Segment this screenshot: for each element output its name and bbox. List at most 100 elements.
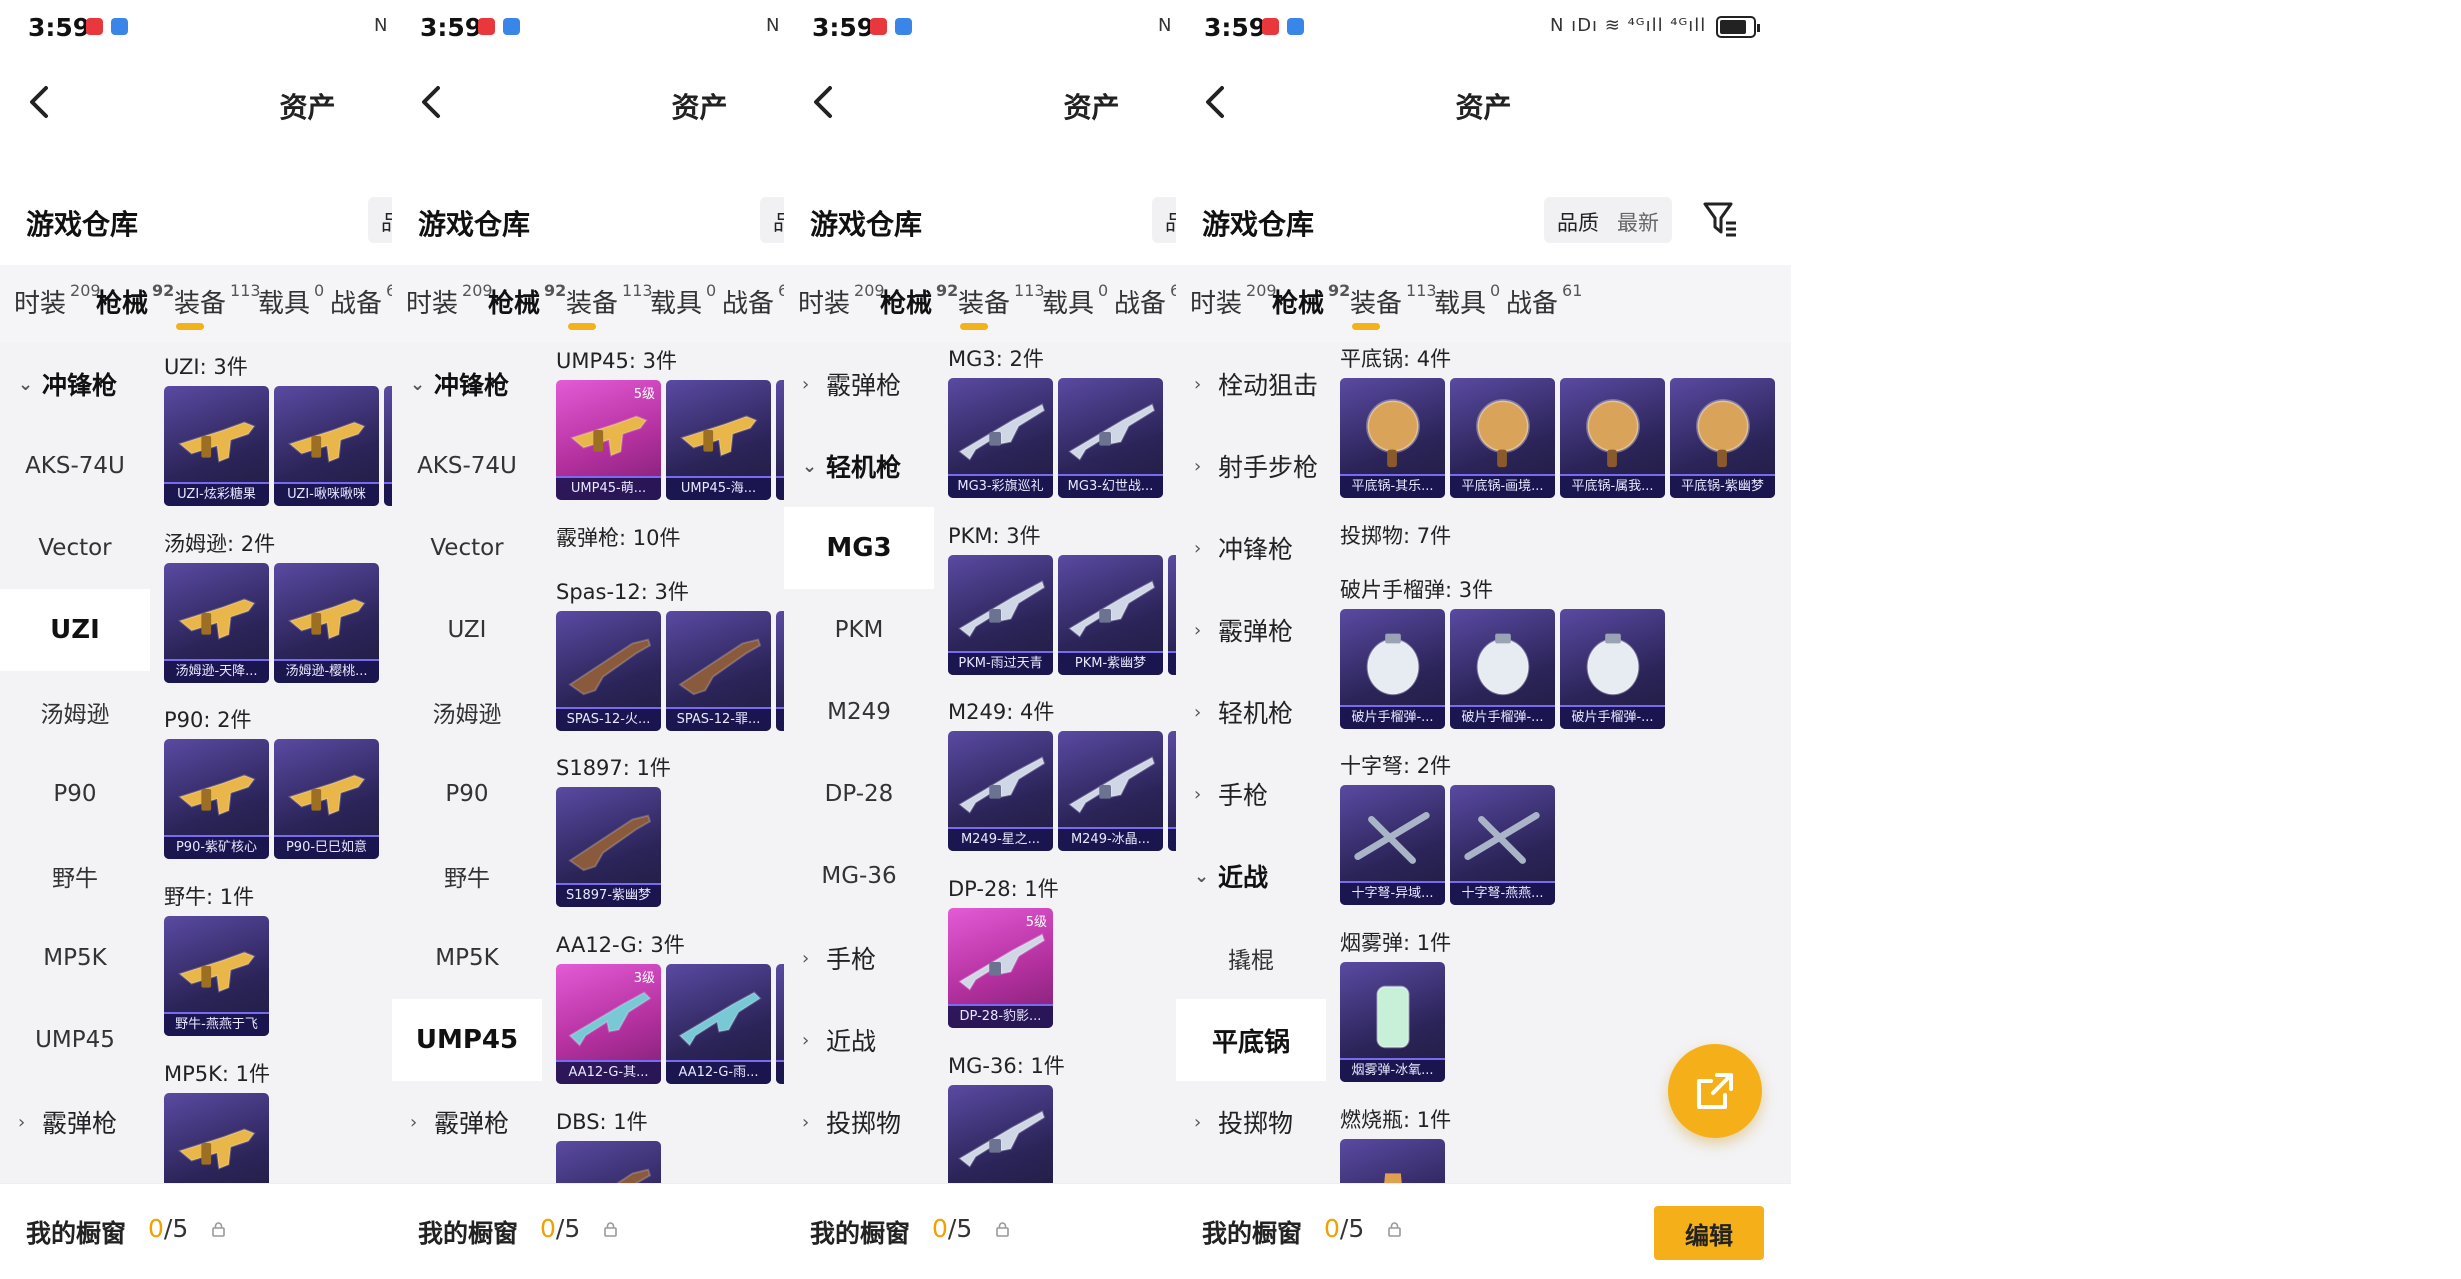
- tab-vehicles[interactable]: 载具 0: [650, 281, 716, 320]
- skin-card[interactable]: 3级 AA12-G-其...: [556, 964, 661, 1085]
- sidebar-item[interactable]: AKS-74U: [392, 425, 542, 507]
- sidebar-item[interactable]: Vector: [0, 507, 150, 589]
- sort-toggle[interactable]: 品质最新: [1544, 197, 1672, 243]
- skin-card[interactable]: 破片手榴弹-...: [1340, 608, 1445, 729]
- sort-latest[interactable]: 最新: [1617, 207, 1659, 237]
- skin-card[interactable]: UZI-炫彩糖果: [164, 386, 269, 506]
- skin-card[interactable]: 平底锅-画境...: [1450, 378, 1555, 498]
- tab-fashion[interactable]: 时装 209: [14, 281, 101, 320]
- filter-icon[interactable]: [1702, 199, 1738, 239]
- sidebar-item[interactable]: MP5K: [392, 917, 542, 999]
- skin-card[interactable]: PKM-紫幽梦: [1058, 554, 1163, 675]
- skin-card[interactable]: [556, 1140, 661, 1183]
- tab-equipment[interactable]: 装备 113: [174, 281, 261, 320]
- sidebar-item[interactable]: P90: [392, 753, 542, 835]
- sidebar-item[interactable]: › 近战: [784, 999, 934, 1081]
- tab-guns[interactable]: 枪械 92: [1272, 281, 1350, 320]
- tab-equipment[interactable]: 装备 113: [958, 281, 1045, 320]
- tab-equipment[interactable]: 装备 113: [1350, 281, 1437, 320]
- tab-vehicles[interactable]: 载具 0: [1434, 281, 1500, 320]
- skin-card[interactable]: 平底锅-紫幽梦: [1670, 378, 1775, 498]
- skin-card[interactable]: 汤姆逊-樱桃...: [274, 562, 379, 683]
- skin-card[interactable]: 平底锅-其乐...: [1340, 378, 1445, 498]
- sort-quality[interactable]: 品质: [1557, 207, 1599, 237]
- sidebar-item[interactable]: › 手枪: [784, 917, 934, 999]
- sidebar-item[interactable]: › 霰弹枪: [1176, 589, 1326, 671]
- share-button[interactable]: [1668, 1044, 1762, 1138]
- sidebar-item[interactable]: UZI: [0, 589, 150, 671]
- sidebar-item[interactable]: ⌄ 近战: [1176, 835, 1326, 917]
- sidebar-item[interactable]: ⌄ 冲锋枪: [0, 343, 150, 425]
- skin-card[interactable]: P90-紫矿核心: [164, 739, 269, 860]
- skin-card[interactable]: SPAS-12-罪...: [666, 610, 771, 731]
- skin-card[interactable]: UMP45-海...: [666, 380, 771, 500]
- skin-card[interactable]: 破片手榴弹-...: [1560, 608, 1665, 729]
- skin-card[interactable]: 十字弩-异域...: [1340, 785, 1445, 906]
- sidebar-item[interactable]: MG-36: [784, 835, 934, 917]
- tab-equipment[interactable]: 装备 113: [566, 281, 653, 320]
- skin-card[interactable]: M249-星之...: [948, 731, 1053, 852]
- tab-fashion[interactable]: 时装 209: [406, 281, 493, 320]
- sidebar-item[interactable]: 平底锅: [1176, 999, 1326, 1081]
- sidebar-item[interactable]: › 栓动狙击: [1176, 343, 1326, 425]
- skin-card[interactable]: PKM-雨过天青: [948, 554, 1053, 675]
- skin-card[interactable]: [164, 1092, 269, 1183]
- sidebar-item[interactable]: › 手枪: [1176, 753, 1326, 835]
- skin-card[interactable]: 十字弩-燕燕...: [1450, 785, 1555, 906]
- sidebar-item[interactable]: › 霰弹枪: [392, 1081, 542, 1163]
- skin-card[interactable]: [1340, 1138, 1445, 1183]
- sidebar-item[interactable]: ⌄ 轻机枪: [784, 425, 934, 507]
- sidebar-item[interactable]: AKS-74U: [0, 425, 150, 507]
- skin-card[interactable]: 平底锅-属我...: [1560, 378, 1665, 498]
- tab-vehicles[interactable]: 载具 0: [258, 281, 324, 320]
- skin-card[interactable]: 破片手榴弹-...: [1450, 608, 1555, 729]
- sidebar-item-label: 近战: [1218, 863, 1269, 892]
- tab-count: 92: [544, 281, 567, 300]
- skin-card[interactable]: AA12-G-雨...: [666, 964, 771, 1085]
- skin-card[interactable]: P90-巳巳如意: [274, 739, 379, 860]
- tab-guns[interactable]: 枪械 92: [96, 281, 174, 320]
- skin-card[interactable]: MG3-彩旗巡礼: [948, 378, 1053, 498]
- tab-supplies[interactable]: 战备61: [1506, 281, 1582, 320]
- sidebar-item[interactable]: M249: [784, 671, 934, 753]
- sidebar-item[interactable]: › 霰弹枪: [784, 343, 934, 425]
- sidebar-item[interactable]: › 投掷物: [1176, 1081, 1326, 1163]
- tab-vehicles[interactable]: 载具 0: [1042, 281, 1108, 320]
- sidebar-item[interactable]: 汤姆逊: [0, 671, 150, 753]
- sidebar-item[interactable]: › 轻机枪: [1176, 671, 1326, 753]
- tab-fashion[interactable]: 时装 209: [1190, 281, 1277, 320]
- skin-card[interactable]: MG3-幻世战...: [1058, 378, 1163, 498]
- sidebar-item[interactable]: PKM: [784, 589, 934, 671]
- sidebar-item[interactable]: MP5K: [0, 917, 150, 999]
- sidebar-item[interactable]: 野牛: [0, 835, 150, 917]
- sidebar-item[interactable]: UMP45: [392, 999, 542, 1081]
- skin-card[interactable]: 烟雾弹-冰氧...: [1340, 962, 1445, 1083]
- skin-card[interactable]: UZI-啾咪啾咪: [274, 386, 379, 506]
- edit-button[interactable]: 编辑: [1654, 1206, 1764, 1260]
- tab-fashion[interactable]: 时装 209: [798, 281, 885, 320]
- sidebar-item[interactable]: DP-28: [784, 753, 934, 835]
- sidebar-item[interactable]: › 投掷物: [784, 1081, 934, 1163]
- sidebar-item[interactable]: P90: [0, 753, 150, 835]
- sidebar-item[interactable]: Vector: [392, 507, 542, 589]
- skin-card[interactable]: 5级 DP-28-豹影...: [948, 908, 1053, 1029]
- skin-card[interactable]: 5级 UMP45-萌...: [556, 380, 661, 500]
- tab-guns[interactable]: 枪械 92: [488, 281, 567, 320]
- sidebar-item[interactable]: › 射手步枪: [1176, 425, 1326, 507]
- sidebar-item[interactable]: › 霰弹枪: [0, 1081, 150, 1163]
- sidebar-item[interactable]: ⌄ 冲锋枪: [392, 343, 542, 425]
- skin-card[interactable]: 野牛-燕燕于飞: [164, 916, 269, 1037]
- skin-card[interactable]: SPAS-12-火...: [556, 610, 661, 731]
- sidebar-item[interactable]: 野牛: [392, 835, 542, 917]
- sidebar-item[interactable]: MG3: [784, 507, 934, 589]
- tab-guns[interactable]: 枪械 92: [880, 281, 958, 320]
- sidebar-item[interactable]: UMP45: [0, 999, 150, 1081]
- skin-card[interactable]: M249-冰晶...: [1058, 731, 1163, 852]
- sidebar-item[interactable]: UZI: [392, 589, 542, 671]
- skin-card[interactable]: [948, 1084, 1053, 1183]
- sidebar-item[interactable]: › 冲锋枪: [1176, 507, 1326, 589]
- sidebar-item[interactable]: 汤姆逊: [392, 671, 542, 753]
- sidebar-item[interactable]: 撬棍: [1176, 917, 1326, 999]
- skin-card[interactable]: 汤姆逊-天降...: [164, 562, 269, 683]
- skin-card[interactable]: S1897-紫幽梦: [556, 787, 661, 908]
